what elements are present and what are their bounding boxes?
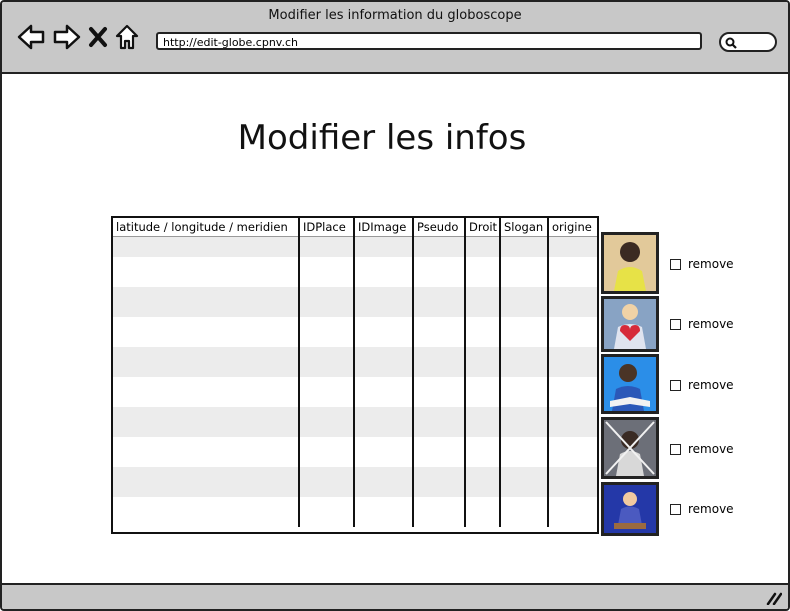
info-table: latitude / longitude / meridien IDPlace … xyxy=(111,216,599,534)
column-header-pseudo: Pseudo xyxy=(412,218,465,237)
browser-window: Modifier les information du globoscope h… xyxy=(0,0,790,611)
column-header-coordinates: latitude / longitude / meridien xyxy=(113,218,299,237)
remove-checkbox[interactable] xyxy=(670,318,681,330)
table-row[interactable] xyxy=(113,377,597,407)
table-row[interactable] xyxy=(113,317,597,347)
remove-label: remove xyxy=(688,378,734,392)
column-header-slogan: Slogan xyxy=(499,218,548,237)
remove-option[interactable]: remove xyxy=(670,257,734,271)
page-title: Modifier les infos xyxy=(237,118,527,158)
remove-label: remove xyxy=(688,442,734,456)
remove-checkbox[interactable] xyxy=(670,258,681,270)
table-row[interactable] xyxy=(113,236,597,257)
table-row[interactable] xyxy=(113,467,597,497)
page-content: Modifier les infos latitude / longitude … xyxy=(2,74,788,582)
table-row[interactable] xyxy=(113,347,597,377)
photo-thumbnail xyxy=(601,482,659,536)
remove-option[interactable]: remove xyxy=(670,442,734,456)
url-bar[interactable]: http://edit-globe.cpnv.ch xyxy=(156,32,702,50)
remove-option[interactable]: remove xyxy=(670,378,734,392)
status-bar xyxy=(2,583,788,609)
remove-option[interactable]: remove xyxy=(670,317,734,331)
column-header-origine: origine xyxy=(547,218,597,237)
back-arrow-icon[interactable] xyxy=(16,24,46,50)
table-row[interactable] xyxy=(113,497,597,527)
column-header-idimage: IDImage xyxy=(353,218,413,237)
photo-thumbnail xyxy=(601,417,659,479)
child-book-image xyxy=(604,357,656,411)
remove-checkbox[interactable] xyxy=(670,379,681,391)
column-header-idplace: IDPlace xyxy=(298,218,354,237)
forward-arrow-icon[interactable] xyxy=(52,24,82,50)
child-desk-image xyxy=(604,485,656,533)
search-field[interactable] xyxy=(719,32,777,52)
window-title: Modifier les information du globoscope xyxy=(268,8,522,23)
child-sitting-image xyxy=(604,420,656,476)
table-header-row: latitude / longitude / meridien IDPlace … xyxy=(113,218,597,237)
remove-label: remove xyxy=(688,257,734,271)
remove-label: remove xyxy=(688,502,734,516)
table-row[interactable] xyxy=(113,257,597,287)
table-row[interactable] xyxy=(113,437,597,467)
close-icon[interactable] xyxy=(88,26,108,48)
photo-thumbnail xyxy=(601,232,659,294)
table-row[interactable] xyxy=(113,407,597,437)
resize-grip-icon[interactable] xyxy=(766,591,782,605)
table-row[interactable] xyxy=(113,287,597,317)
photo-thumbnail xyxy=(601,296,659,352)
nav-controls xyxy=(16,24,140,50)
remove-option[interactable]: remove xyxy=(670,502,734,516)
column-header-droit: Droit xyxy=(464,218,500,237)
photo-thumbnail xyxy=(601,354,659,414)
remove-label: remove xyxy=(688,317,734,331)
remove-checkbox[interactable] xyxy=(670,503,681,515)
home-icon[interactable] xyxy=(114,24,140,50)
title-bar: Modifier les information du globoscope h… xyxy=(2,2,788,74)
remove-checkbox[interactable] xyxy=(670,443,681,455)
child-portrait-image xyxy=(604,235,656,291)
search-icon xyxy=(725,37,737,49)
child-heart-image xyxy=(604,299,656,349)
